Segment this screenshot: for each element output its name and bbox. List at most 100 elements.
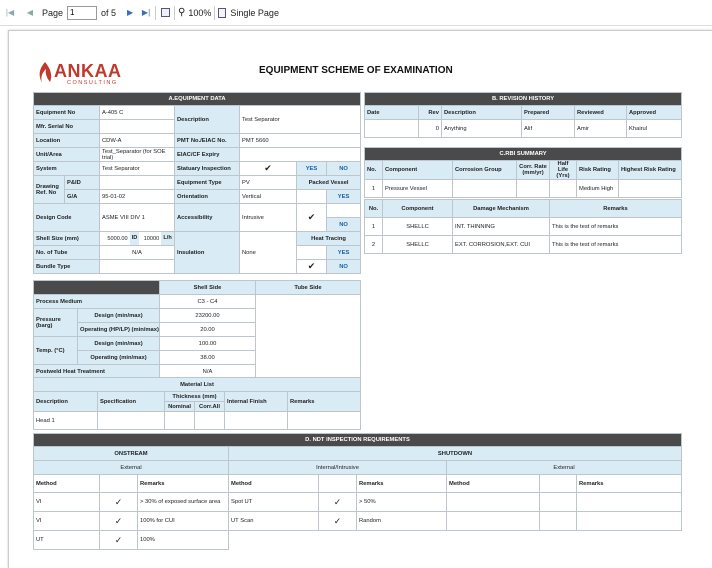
revision-description: Anything: [441, 119, 522, 138]
dm-no: 1: [364, 217, 383, 236]
pressure-operating: 20.00: [159, 322, 256, 337]
company-logo: ANKAA CONSULTING: [37, 59, 137, 89]
check-icon: ✓: [99, 511, 138, 531]
pid-value: [99, 175, 175, 190]
col-header: Remarks: [549, 199, 682, 218]
col-header: Damage Mechanism: [452, 199, 550, 218]
system: Test Separator: [99, 161, 175, 176]
equipment-data-table: A.EQUIPMENT DATA Equipment No A-405 C Desc…: [32, 92, 362, 274]
label: Equipment Type: [174, 175, 240, 190]
dm-mechanism: INT. THINNING: [452, 217, 550, 236]
onstream-header: ONSTREAM: [33, 446, 229, 461]
col-header: Date: [364, 105, 419, 120]
view-mode-label[interactable]: Single Page: [230, 6, 279, 20]
label: Packed Vessel: [295, 175, 362, 190]
check-icon: ✓: [99, 530, 138, 550]
dm-component: SHELLC: [382, 235, 453, 254]
label: System: [33, 161, 100, 176]
col-header: Remarks: [576, 474, 682, 493]
label: Description: [174, 105, 240, 134]
label: Nominal: [164, 401, 195, 412]
check-icon: ✔: [296, 259, 327, 274]
label: Thickness (mm): [164, 391, 225, 402]
label: P&ID: [64, 175, 100, 190]
label: Insulation: [174, 231, 240, 274]
equipment-data-header: A.EQUIPMENT DATA: [32, 92, 362, 106]
check-icon: ✓: [99, 492, 138, 512]
ndt-remarks: > 30% of exposed surface area: [137, 492, 229, 512]
label: Mfr. Serial No: [33, 119, 100, 134]
col-header: No.: [364, 160, 383, 180]
pressure-design: 23200.00: [159, 308, 256, 323]
page-label: Page: [42, 7, 64, 18]
eiac-expiry: [238, 147, 362, 162]
revision-history-header: B. REVISION HISTORY: [363, 92, 683, 106]
equipment-type: PV: [239, 175, 297, 190]
col-header: Corrosion Group: [452, 160, 517, 180]
mfr-serial: [99, 119, 175, 134]
col-header: Remarks: [356, 474, 447, 493]
ndt-remarks: > 50%: [356, 492, 447, 512]
col-header: Approved: [625, 105, 683, 120]
col-header: Corr. Rate (mm/yr): [516, 160, 550, 180]
packed-yes: YES: [325, 189, 362, 204]
logo-sub: CONSULTING: [67, 80, 118, 86]
zoom-value[interactable]: 100%: [188, 6, 211, 20]
label: Accessibility: [174, 203, 240, 232]
onstream-external: External: [33, 460, 229, 475]
report-page: ANKAA CONSULTING EQUIPMENT SCHEME OF EXA…: [8, 30, 712, 568]
label: Design (min/max): [77, 336, 160, 351]
label: Statuary Inspection: [174, 161, 240, 176]
label: Design (min/max): [77, 308, 160, 323]
label: Orientation: [174, 189, 240, 204]
revision-history-table: B. REVISION HISTORY Date Rev Description…: [363, 92, 683, 138]
rbi-component: Pressure Vessel: [382, 179, 453, 198]
label: Remarks: [286, 391, 362, 412]
ndt-method: UT: [33, 530, 100, 550]
page-view-icon[interactable]: [218, 6, 227, 20]
page-title: EQUIPMENT SCHEME OF EXAMINATION: [259, 65, 453, 76]
material-desc: Head 1: [33, 411, 98, 430]
label: Specification: [97, 391, 165, 412]
ndt-header: D. NDT INSPECTION REQUIREMENTS: [33, 433, 682, 447]
logo-name: ANKAA: [54, 61, 122, 81]
shell-side-header: Shell Side: [159, 280, 256, 295]
label: Description: [33, 391, 98, 412]
col-header: Reviewed: [574, 105, 627, 120]
label: Unit/Area: [33, 147, 100, 162]
design-code: ASME VIII DIV 1: [99, 203, 175, 232]
col-header: Rev: [418, 105, 442, 120]
ndt-remarks: Random: [356, 511, 447, 531]
temp-design: 100.00: [159, 336, 256, 351]
dm-no: 2: [364, 235, 383, 254]
check-icon: ✔: [296, 203, 327, 232]
label: Heat Tracing: [295, 231, 362, 246]
report-toolbar: |◀ ◀ Page of 5 ▶ ▶| ⚲ 100% Single Page: [0, 0, 712, 26]
prev-page-icon[interactable]: ◀: [24, 6, 36, 20]
col-header: Risk Rating: [576, 160, 619, 180]
unit-area: Test_Separator (for SOE trial): [99, 147, 175, 162]
label: L/h: [161, 232, 174, 245]
ndt-remarks: 100% for CUI: [137, 511, 229, 531]
document-map-icon[interactable]: [159, 6, 171, 20]
zoom-icon[interactable]: ⚲: [178, 6, 185, 20]
description: Test Separator: [238, 105, 362, 134]
label: Bundle Type: [33, 259, 100, 274]
shell-od: 5000.00: [107, 235, 128, 242]
rbi-risk-rating: Medium High: [576, 179, 619, 198]
shell-id: 10000: [143, 235, 160, 242]
next-page-icon[interactable]: ▶: [124, 6, 136, 20]
label: PMT No./EIAC No.: [174, 133, 240, 148]
shutdown-header: SHUTDOWN: [228, 446, 682, 461]
ga-value: 95-01-02: [99, 189, 175, 204]
label: Operating (HP/LP) (min/max): [77, 322, 160, 337]
page-input[interactable]: [67, 5, 98, 20]
location: CDW-A: [99, 133, 175, 148]
last-page-icon[interactable]: ▶|: [140, 6, 152, 20]
shutdown-external: External: [446, 460, 682, 475]
orientation: Vertical: [239, 189, 297, 204]
first-page-icon[interactable]: |◀: [4, 6, 16, 20]
label: Corr.All: [194, 401, 225, 412]
col-header: Method: [33, 474, 100, 493]
label: Design Code: [33, 203, 100, 232]
